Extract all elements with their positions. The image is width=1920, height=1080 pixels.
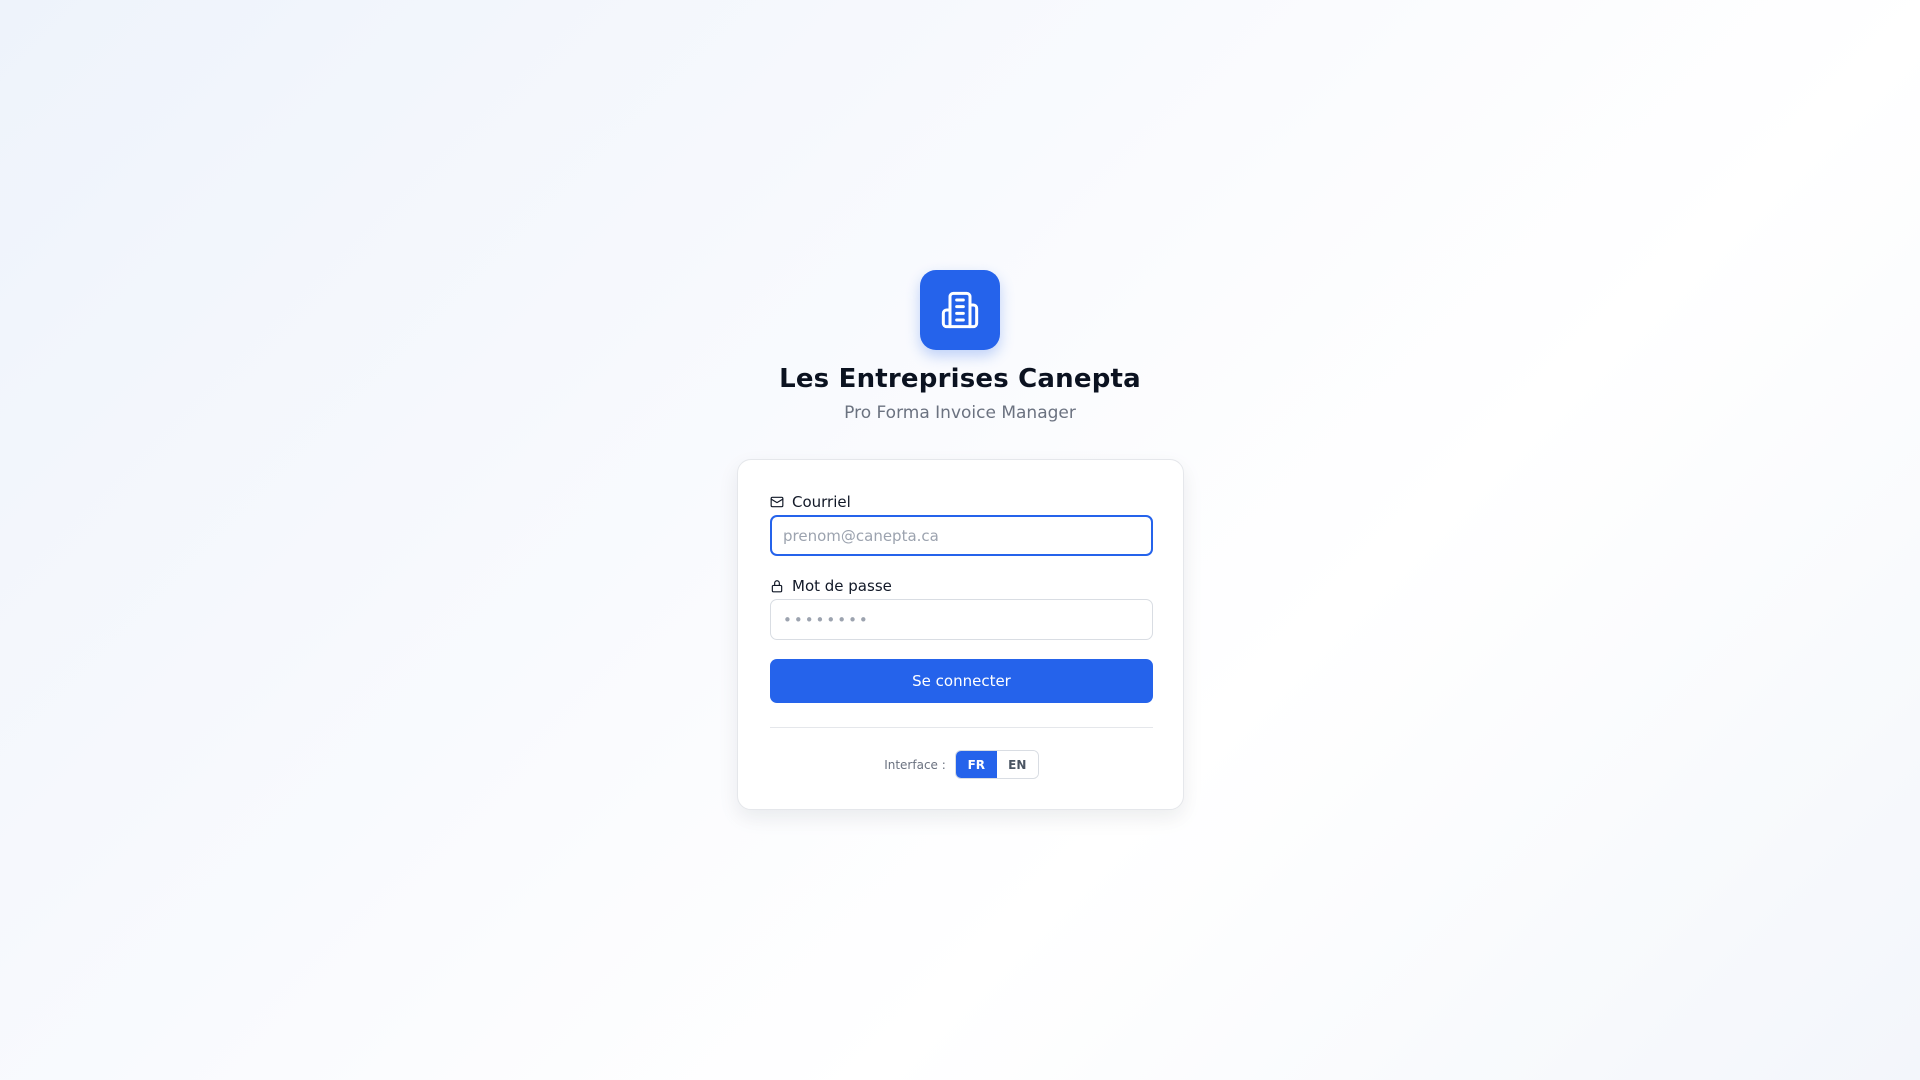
login-card: Courriel Mot de passe Se connecter Inter… — [737, 459, 1184, 810]
email-label: Courriel — [770, 493, 851, 511]
language-switcher: Interface : FR EN — [738, 750, 1185, 779]
password-label-text: Mot de passe — [792, 577, 892, 595]
language-option-fr[interactable]: FR — [955, 751, 997, 778]
login-page: Les Entreprises Canepta Pro Forma Invoic… — [0, 0, 1920, 1080]
email-label-text: Courriel — [792, 493, 851, 511]
building-icon — [941, 291, 979, 329]
divider — [770, 727, 1153, 728]
page-title: Les Entreprises Canepta — [779, 364, 1141, 394]
password-label: Mot de passe — [770, 577, 892, 595]
page-subtitle: Pro Forma Invoice Manager — [844, 403, 1076, 423]
language-label: Interface : — [884, 757, 946, 772]
language-option-en[interactable]: EN — [996, 751, 1038, 778]
lock-icon — [771, 580, 783, 593]
language-toggle: FR EN — [954, 750, 1039, 779]
brand-logo — [920, 270, 1000, 350]
email-field[interactable] — [770, 515, 1153, 556]
login-button[interactable]: Se connecter — [770, 659, 1153, 703]
mail-icon — [770, 496, 784, 508]
password-field[interactable] — [770, 599, 1153, 640]
